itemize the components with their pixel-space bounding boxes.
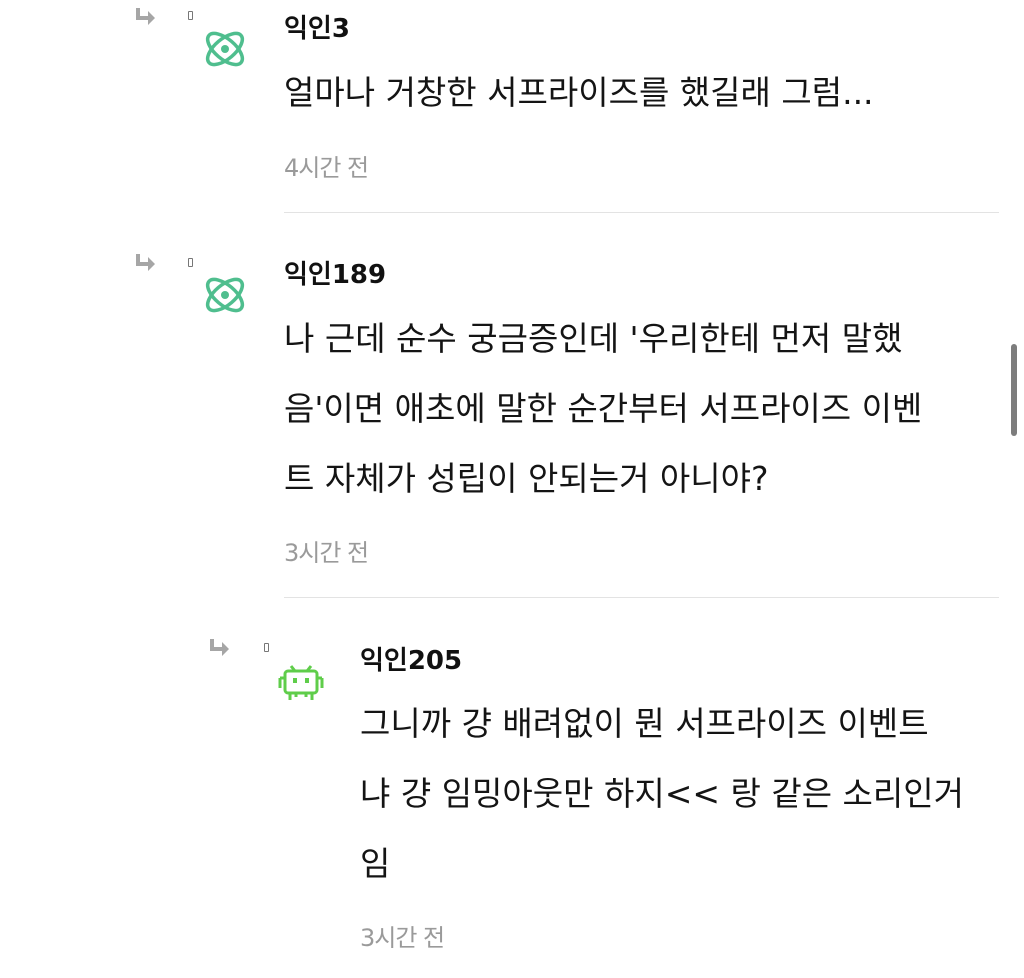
- comment-body-line: 트 자체가 성립이 안되는거 아니야?: [284, 459, 769, 498]
- comment-author[interactable]: 익인205: [360, 640, 462, 677]
- reply-arrow-icon: [136, 254, 155, 271]
- comment-author[interactable]: 익인3: [284, 8, 350, 45]
- comment-marker-icon: [188, 258, 193, 267]
- atom-icon: [205, 277, 245, 313]
- comment-body-line: 그니까 걍 배려없이 뭔 서프라이즈 이벤트: [360, 704, 929, 743]
- space-invader-icon: [278, 665, 324, 700]
- comment-timestamp: 4시간 전: [284, 154, 369, 182]
- comment-body: 얼마나 거창한 서프라이즈를 했길래 그럼...: [284, 58, 874, 128]
- comment-divider: [284, 597, 999, 598]
- comment-divider: [284, 212, 999, 213]
- comment-body: 그니까 걍 배려없이 뭔 서프라이즈 이벤트 냐 걍 임밍아웃만 하지<< 랑 …: [360, 689, 964, 899]
- comment-marker-icon: [188, 11, 193, 20]
- comment-body-line: 냐 걍 임밍아웃만 하지<< 랑 같은 소리인거: [360, 774, 964, 813]
- reply-arrow-icon: [210, 639, 229, 656]
- comment-body-line: 임: [360, 844, 391, 883]
- comment-timestamp: 3시간 전: [360, 924, 445, 952]
- comment-timestamp: 3시간 전: [284, 539, 369, 567]
- comment-marker-icon: [264, 643, 269, 652]
- comment-author[interactable]: 익인189: [284, 254, 386, 291]
- comment-body-line: 나 근데 순수 궁금증인데 '우리한테 먼저 말했: [284, 319, 903, 358]
- comment-body-line: 얼마나 거창한 서프라이즈를 했길래 그럼...: [284, 73, 874, 112]
- comment-body: 나 근데 순수 궁금증인데 '우리한테 먼저 말했 음'이면 애초에 말한 순간…: [284, 304, 922, 514]
- atom-icon: [205, 31, 245, 67]
- comment-body-line: 음'이면 애초에 말한 순간부터 서프라이즈 이벤: [284, 389, 923, 428]
- reply-arrow-icon: [136, 8, 155, 25]
- scrollbar-thumb[interactable]: [1011, 344, 1017, 436]
